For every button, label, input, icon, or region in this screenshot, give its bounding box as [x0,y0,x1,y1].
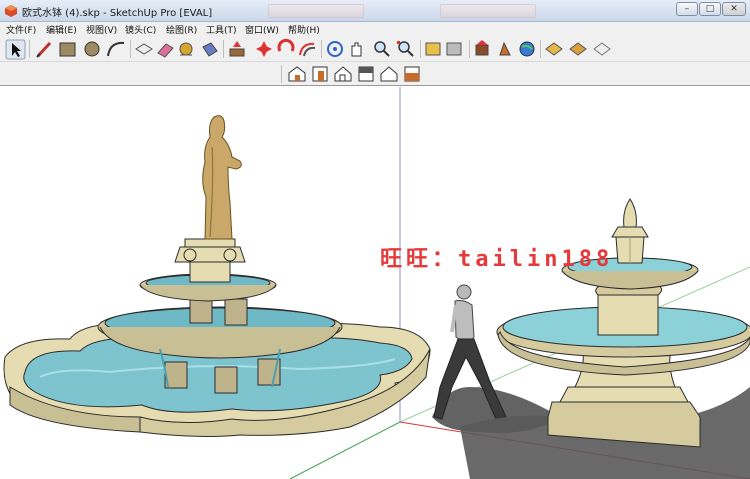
front-view-icon[interactable] [312,66,328,82]
left-view-icon[interactable] [404,66,420,82]
zoom-icon[interactable] [374,41,390,57]
fountain-scene [3,87,750,479]
model-viewport[interactable]: 旺旺：tailin188 [0,87,750,479]
background-tab [268,4,364,18]
minimize-button[interactable]: – [676,2,698,16]
components-icon[interactable] [499,41,511,56]
paint-bucket-icon[interactable] [202,42,218,57]
rectangle-icon[interactable] [59,42,76,57]
close-button[interactable]: ✕ [722,2,746,16]
layout-icon[interactable] [593,42,611,56]
offset-icon[interactable] [299,42,316,57]
orbit-icon[interactable] [327,41,343,57]
pencil-icon[interactable] [36,41,52,58]
maximize-button[interactable]: □ [699,2,721,16]
push-pull-icon[interactable] [229,41,245,57]
photo-textures-icon[interactable] [545,42,563,56]
sketchup-icon [5,5,17,17]
menu-tools[interactable]: 工具(T) [206,23,237,36]
move-icon[interactable] [256,41,272,57]
menu-bar: 文件(F) 编辑(E) 视图(V) 镜头(C) 绘图(R) 工具(T) 窗口(W… [0,22,750,37]
pan-icon[interactable] [351,42,362,57]
watermark-text: 旺旺：tailin188 [380,247,614,272]
main-toolbar [0,37,750,62]
make-component-icon[interactable] [135,43,153,55]
extension-warehouse-icon[interactable] [569,42,587,56]
menu-camera[interactable]: 镜头(C) [125,23,156,36]
rotate-icon[interactable] [277,38,295,52]
get-models-icon[interactable] [475,40,489,56]
zoom-extents-icon[interactable] [397,41,414,57]
menu-file[interactable]: 文件(F) [6,23,36,36]
google-earth-icon[interactable] [519,41,535,57]
top-view-icon[interactable] [334,66,352,82]
3d-warehouse-icon[interactable] [425,42,441,56]
eraser-icon[interactable] [157,43,174,58]
tiered-fountain-model [3,115,431,437]
tape-measure-icon[interactable] [179,42,193,56]
select-icon[interactable] [5,39,26,60]
circle-icon[interactable] [84,41,100,57]
menu-edit[interactable]: 编辑(E) [46,23,77,36]
menu-help[interactable]: 帮助(H) [288,23,320,36]
menu-draw[interactable]: 绘图(R) [166,23,197,36]
menu-view[interactable]: 视图(V) [86,23,117,36]
back-view-icon[interactable] [380,66,398,82]
views-toolbar [0,62,750,86]
menu-window[interactable]: 窗口(W) [245,23,279,36]
share-model-icon[interactable] [446,42,462,56]
window-title: 欧式水钵 (4).skp - SketchUp Pro [EVAL] [22,8,213,19]
title-bar: 欧式水钵 (4).skp - SketchUp Pro [EVAL] – □ ✕ [0,0,750,22]
iso-view-icon[interactable] [288,66,306,82]
right-view-icon[interactable] [358,66,374,82]
arc-icon[interactable] [107,41,125,57]
background-tab [440,4,536,18]
